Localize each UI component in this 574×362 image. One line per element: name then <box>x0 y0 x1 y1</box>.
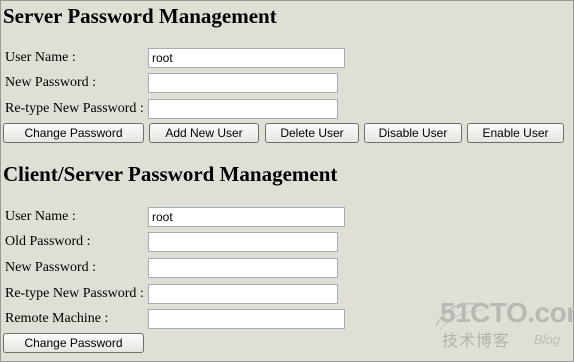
client-retype-password-label: Re-type New Password : <box>5 286 144 301</box>
client-new-password-label: New Password : <box>5 260 96 275</box>
disable-user-button[interactable]: Disable User <box>364 123 462 143</box>
remote-machine-label: Remote Machine : <box>5 311 109 326</box>
watermark-logo-text: 51CTO.com <box>440 297 574 328</box>
server-section-title: Server Password Management <box>3 4 277 28</box>
server-retype-password-input[interactable] <box>148 99 338 119</box>
client-old-password-label: Old Password : <box>5 234 91 249</box>
server-new-password-label: New Password : <box>5 75 96 90</box>
server-username-label: User Name : <box>5 50 76 65</box>
client-section-title: Client/Server Password Management <box>3 162 338 186</box>
watermark-logo: 51CTO.com 技术博客 Blog <box>432 296 574 358</box>
server-retype-password-label: Re-type New Password : <box>5 101 144 116</box>
client-old-password-input[interactable] <box>148 232 338 252</box>
client-username-input[interactable]: root <box>148 207 345 227</box>
watermark-blog: Blog <box>534 332 561 347</box>
watermark-subtitle: 技术博客 <box>442 331 511 350</box>
server-new-password-input[interactable] <box>148 73 338 93</box>
server-change-password-button[interactable]: Change Password <box>3 123 144 143</box>
server-username-input[interactable]: root <box>148 48 345 68</box>
add-new-user-button[interactable]: Add New User <box>149 123 259 143</box>
remote-machine-input[interactable] <box>148 309 345 329</box>
delete-user-button[interactable]: Delete User <box>265 123 359 143</box>
enable-user-button[interactable]: Enable User <box>467 123 564 143</box>
client-new-password-input[interactable] <box>148 258 338 278</box>
client-change-password-button[interactable]: Change Password <box>3 333 144 353</box>
client-retype-password-input[interactable] <box>148 284 338 304</box>
client-username-label: User Name : <box>5 209 76 224</box>
